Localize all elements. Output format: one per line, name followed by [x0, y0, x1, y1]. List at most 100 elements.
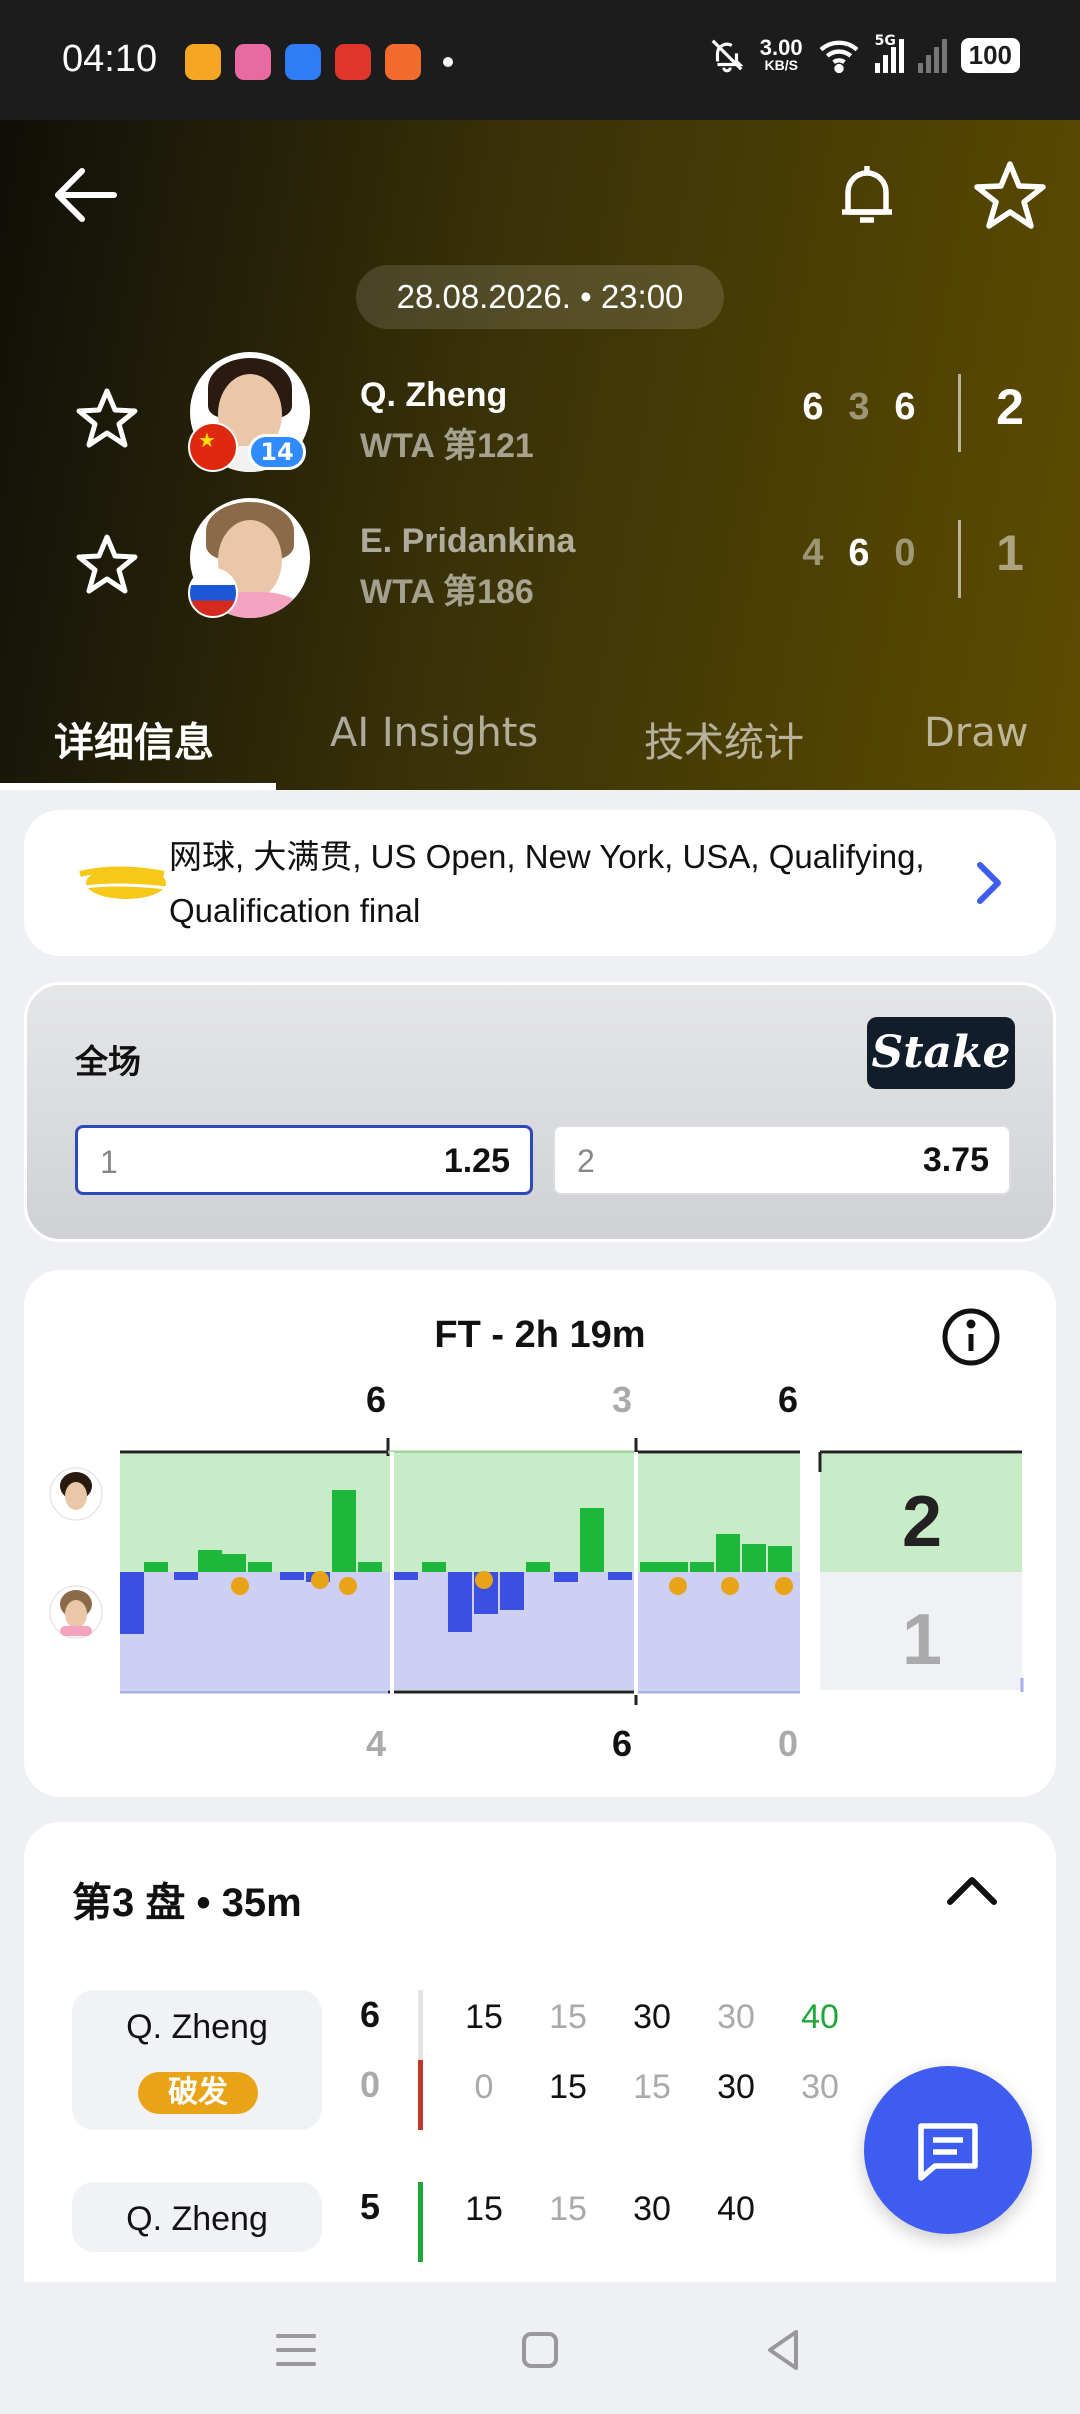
tab-ai-insights[interactable]: AI Insights [330, 710, 538, 756]
tab-stats[interactable]: 技术统计 [644, 710, 804, 768]
set-score: 6 [848, 532, 870, 574]
break-point-marker [669, 1577, 687, 1595]
set2-score-bottom: 6 [612, 1723, 632, 1764]
favorite-star-icon[interactable] [970, 158, 1050, 232]
momentum-bar [580, 1508, 604, 1572]
chevron-up-icon[interactable] [940, 1864, 1004, 1916]
point: 30 [717, 2068, 755, 2106]
system-nav-bar [0, 2282, 1080, 2414]
set-score: 0 [894, 532, 916, 574]
weibo-app-icon [185, 44, 221, 80]
back-arrow-icon[interactable] [48, 160, 128, 230]
odd-option-2[interactable]: 2 3.75 [553, 1125, 1011, 1195]
stake-logo[interactable]: Stake [867, 1017, 1015, 1089]
point: 30 [717, 1998, 755, 2036]
tab-details[interactable]: 详细信息 [54, 710, 214, 768]
momentum-bar [174, 1572, 198, 1580]
odd-value: 3.75 [922, 1141, 989, 1179]
chat-button[interactable] [864, 2066, 1032, 2234]
us-open-logo-icon [77, 866, 167, 899]
momentum-bar [742, 1544, 766, 1572]
mute-icon [711, 39, 744, 73]
match-datetime: 28.08.2026. • 23:00 [356, 265, 724, 329]
break-point-marker [311, 1571, 329, 1589]
set-scores: 6 3 6 [790, 386, 928, 429]
point: 30 [633, 2190, 671, 2228]
set3-score-top: 6 [778, 1379, 798, 1420]
point: 30 [633, 1998, 671, 2036]
back-icon[interactable] [754, 2320, 814, 2380]
server-name: Q. Zheng [126, 2008, 268, 2046]
break-point-marker [475, 1571, 493, 1589]
break-point-marker [231, 1577, 249, 1595]
sets-won: 2 [996, 379, 1024, 435]
tab-draw[interactable]: Draw [924, 710, 1028, 756]
momentum-bar [448, 1572, 472, 1632]
russia-flag-icon [188, 568, 238, 618]
momentum-bar [554, 1572, 578, 1582]
tournament-card[interactable]: 网球, 大满贯, US Open, New York, USA, Qualify… [24, 810, 1056, 956]
chevron-right-icon[interactable] [964, 855, 1014, 911]
set-scores: 4 6 0 [790, 532, 928, 575]
more-notifications-icon [443, 57, 453, 67]
momentum-bar [198, 1550, 222, 1572]
set-score: 4 [802, 532, 824, 574]
player-row-2[interactable]: E. Pridankina WTA 第186 4 6 0 1 [0, 498, 1080, 628]
momentum-bar [768, 1546, 792, 1572]
set-score: 6 [802, 386, 824, 428]
break-badge: 破发 [138, 2072, 258, 2114]
set3-score-bottom: 0 [778, 1723, 798, 1764]
momentum-bar [222, 1554, 246, 1572]
player1-mini-avatar [49, 1467, 103, 1521]
odd-option-1[interactable]: 1 1.25 [75, 1125, 533, 1195]
player-name: Q. Zheng [360, 376, 508, 414]
player-row-1[interactable]: 14 Q. Zheng WTA 第121 6 3 6 2 [0, 352, 1080, 482]
point: 15 [465, 1998, 503, 2036]
momentum-bar [716, 1534, 740, 1572]
points-row: 0 15 15 30 30 [442, 2068, 862, 2107]
seed-badge: 14 [248, 434, 306, 470]
app-icon [235, 44, 271, 80]
point: 15 [549, 1998, 587, 2036]
odds-card: 全场 Stake 1 1.25 2 3.75 [24, 982, 1056, 1242]
momentum-chart: 6 3 6 2 1 4 6 0 [49, 1379, 1024, 1764]
player-rank: WTA 第186 [360, 573, 534, 611]
point: 0 [474, 2068, 494, 2106]
total-top: 2 [902, 1482, 942, 1562]
follow-player-star-icon[interactable] [74, 386, 140, 452]
points-row: 15 15 30 30 40 [442, 1998, 862, 2037]
status-right: 3.00 KB/S 5G 100 [708, 33, 1020, 74]
bell-icon[interactable] [832, 158, 902, 232]
signal-icon-2 [917, 37, 947, 73]
point: 15 [549, 2068, 587, 2106]
momentum-bar [144, 1562, 168, 1572]
game-bar [418, 2182, 423, 2262]
network-speed: 3.00 KB/S [759, 35, 803, 73]
server-name: Q. Zheng [126, 2200, 268, 2238]
notification-icons [185, 44, 453, 80]
total-bottom: 1 [902, 1600, 942, 1680]
follow-player-star-icon[interactable] [74, 532, 140, 598]
tournament-info: 网球, 大满贯, US Open, New York, USA, Qualify… [169, 838, 925, 929]
momentum-bar [248, 1562, 272, 1572]
status-bar: 04:10 3.00 KB/S 5G 100 [0, 0, 1080, 120]
app-icon [385, 44, 421, 80]
tab-bar: 详细信息 AI Insights 技术统计 Draw [0, 680, 1080, 790]
momentum-card: FT - 2h 19m 6 3 6 2 1 4 6 0 [24, 1270, 1056, 1797]
break-point-marker [339, 1577, 357, 1595]
momentum-bar [608, 1572, 632, 1580]
game-score: 6 [360, 1994, 381, 2035]
info-icon[interactable] [940, 1306, 1002, 1368]
point: 40 [801, 1998, 839, 2036]
menu-icon[interactable] [266, 2320, 326, 2380]
momentum-bar [332, 1490, 356, 1572]
momentum-bar [422, 1562, 446, 1572]
home-icon[interactable] [510, 2320, 570, 2380]
signal-icon: 5G [874, 33, 904, 73]
active-tab-indicator [0, 783, 276, 790]
game-score: 0 [360, 2064, 381, 2105]
break-point-marker [775, 1577, 793, 1595]
match-header: 28.08.2026. • 23:00 14 Q. Zheng WTA 第121… [0, 120, 1080, 790]
player-avatar [188, 498, 314, 622]
momentum-bar [394, 1572, 418, 1580]
